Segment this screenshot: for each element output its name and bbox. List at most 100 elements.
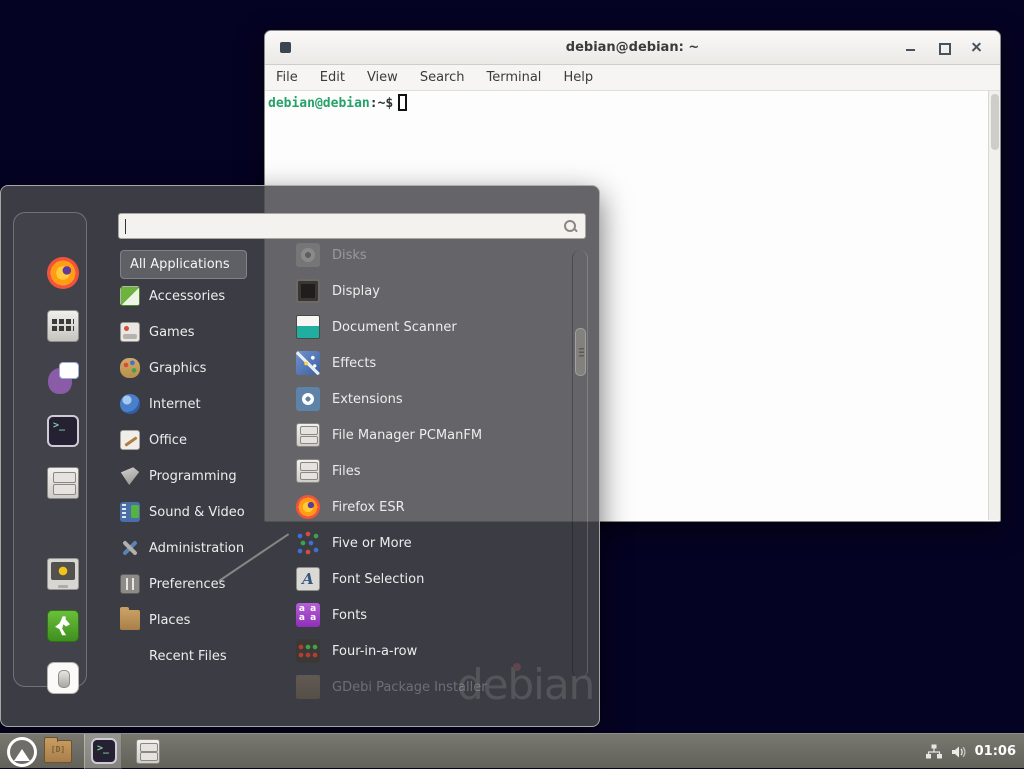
category-recent-files[interactable]: Recent Files — [120, 638, 286, 674]
category-label: Places — [149, 613, 190, 628]
installer-keyboard-icon — [47, 310, 79, 342]
app-four-in-a-row[interactable]: Four-in-a-row — [288, 633, 569, 669]
search-input[interactable] — [125, 216, 555, 236]
app-label: Files — [332, 464, 361, 479]
app-effects[interactable]: Effects — [288, 345, 569, 381]
five-or-more-icon — [296, 531, 320, 555]
favorite-installer-button[interactable] — [47, 310, 79, 342]
category-label: Sound & Video — [149, 505, 245, 520]
close-button[interactable] — [968, 39, 986, 57]
taskbar-terminal-task-button[interactable] — [84, 734, 122, 769]
search-icon — [564, 220, 577, 233]
network-icon[interactable] — [925, 744, 943, 760]
category-preferences[interactable]: Preferences — [120, 566, 286, 602]
category-programming[interactable]: Programming — [120, 458, 286, 494]
category-graphics[interactable]: Graphics — [120, 350, 286, 386]
app-file-manager-pcmanfm[interactable]: File Manager PCManFM — [288, 417, 569, 453]
menu-help[interactable]: Help — [563, 70, 593, 85]
app-list-scrollbar[interactable] — [572, 250, 588, 678]
clock[interactable]: 01:06 — [975, 744, 1020, 759]
fonts-icon — [296, 603, 320, 627]
taskbar-file-manager-button[interactable] — [44, 740, 72, 763]
file-cabinet-icon — [47, 467, 79, 499]
internet-icon — [120, 394, 140, 414]
favorite-file-manager-button[interactable] — [47, 467, 79, 499]
favorite-pidgin-button[interactable] — [47, 362, 79, 394]
shut-down-button[interactable] — [47, 662, 79, 694]
terminal-icon — [47, 415, 79, 447]
menu-view[interactable]: View — [367, 70, 398, 85]
category-places[interactable]: Places — [120, 602, 286, 638]
taskbar: 01:06 — [0, 733, 1024, 768]
app-disks[interactable]: Disks — [288, 237, 569, 273]
category-label: Programming — [149, 469, 237, 484]
favorite-terminal-button[interactable] — [47, 415, 79, 447]
graphics-icon — [120, 358, 140, 378]
category-label: Internet — [149, 397, 201, 412]
category-internet[interactable]: Internet — [120, 386, 286, 422]
app-label: GDebi Package Installer — [332, 680, 487, 695]
font-selection-icon — [296, 567, 320, 591]
taskbar-menu-button[interactable] — [7, 737, 37, 767]
all-applications-button[interactable]: All Applications — [120, 250, 247, 279]
minimize-button[interactable] — [902, 39, 920, 57]
app-fonts[interactable]: Fonts — [288, 597, 569, 633]
menu-search[interactable]: Search — [420, 70, 465, 85]
app-label: Effects — [332, 356, 376, 371]
app-files[interactable]: Files — [288, 453, 569, 489]
category-label: Accessories — [149, 289, 225, 304]
category-office[interactable]: Office — [120, 422, 286, 458]
favorites-sidebar — [13, 212, 87, 687]
file-cabinet-icon — [136, 739, 160, 764]
search-box — [118, 213, 586, 239]
app-label: File Manager PCManFM — [332, 428, 482, 443]
app-label: Font Selection — [332, 572, 424, 587]
log-out-button[interactable] — [47, 610, 79, 642]
app-five-or-more[interactable]: Five or More — [288, 525, 569, 561]
category-games[interactable]: Games — [120, 314, 286, 350]
app-list-scrollbar-thumb[interactable] — [575, 328, 586, 376]
games-icon — [120, 322, 140, 342]
menu-file[interactable]: File — [276, 70, 298, 85]
file-cabinet-icon — [296, 459, 320, 483]
maximize-button[interactable] — [935, 39, 953, 57]
app-gdebi-package-installer[interactable]: GDebi Package Installer — [288, 669, 569, 705]
volume-icon[interactable] — [951, 745, 967, 759]
preferences-icon — [120, 574, 140, 594]
category-label: Games — [149, 325, 194, 340]
prompt-suffix: :~$ — [370, 96, 393, 111]
category-label: Preferences — [149, 577, 225, 592]
taskbar-file-cabinet-button[interactable] — [136, 739, 160, 764]
terminal-scrollbar-thumb[interactable] — [991, 94, 999, 150]
prompt-user-host: debian@debian — [268, 96, 370, 111]
app-font-selection[interactable]: Font Selection — [288, 561, 569, 597]
app-label: Five or More — [332, 536, 412, 551]
lock-screen-button[interactable] — [47, 558, 79, 590]
office-icon — [120, 430, 140, 450]
terminal-menubar: File Edit View Search Terminal Help — [265, 65, 1000, 91]
lock-screen-icon — [47, 558, 79, 590]
category-label: Graphics — [149, 361, 206, 376]
desktop[interactable]: debian debian@debian: ~ File Edit View S… — [0, 0, 1024, 768]
app-label: Display — [332, 284, 380, 299]
terminal-scrollbar[interactable] — [988, 91, 1000, 520]
accessories-icon — [120, 286, 140, 306]
category-label: Office — [149, 433, 187, 448]
menu-edit[interactable]: Edit — [320, 70, 345, 85]
terminal-titlebar[interactable]: debian@debian: ~ — [265, 31, 1000, 65]
favorite-firefox-button[interactable] — [47, 257, 79, 289]
category-accessories[interactable]: Accessories — [120, 278, 286, 314]
category-administration[interactable]: Administration — [120, 530, 286, 566]
app-display[interactable]: Display — [288, 273, 569, 309]
category-sound-video[interactable]: Sound & Video — [120, 494, 286, 530]
app-extensions[interactable]: Extensions — [288, 381, 569, 417]
terminal-prompt: debian@debian:~$ — [268, 94, 407, 111]
category-label: Administration — [149, 541, 244, 556]
sound-video-icon — [120, 502, 140, 522]
display-icon — [296, 279, 320, 303]
app-firefox-esr[interactable]: Firefox ESR — [288, 489, 569, 525]
menu-terminal[interactable]: Terminal — [486, 70, 541, 85]
app-document-scanner[interactable]: Document Scanner — [288, 309, 569, 345]
no-icon — [120, 646, 140, 666]
terminal-icon — [91, 738, 117, 764]
